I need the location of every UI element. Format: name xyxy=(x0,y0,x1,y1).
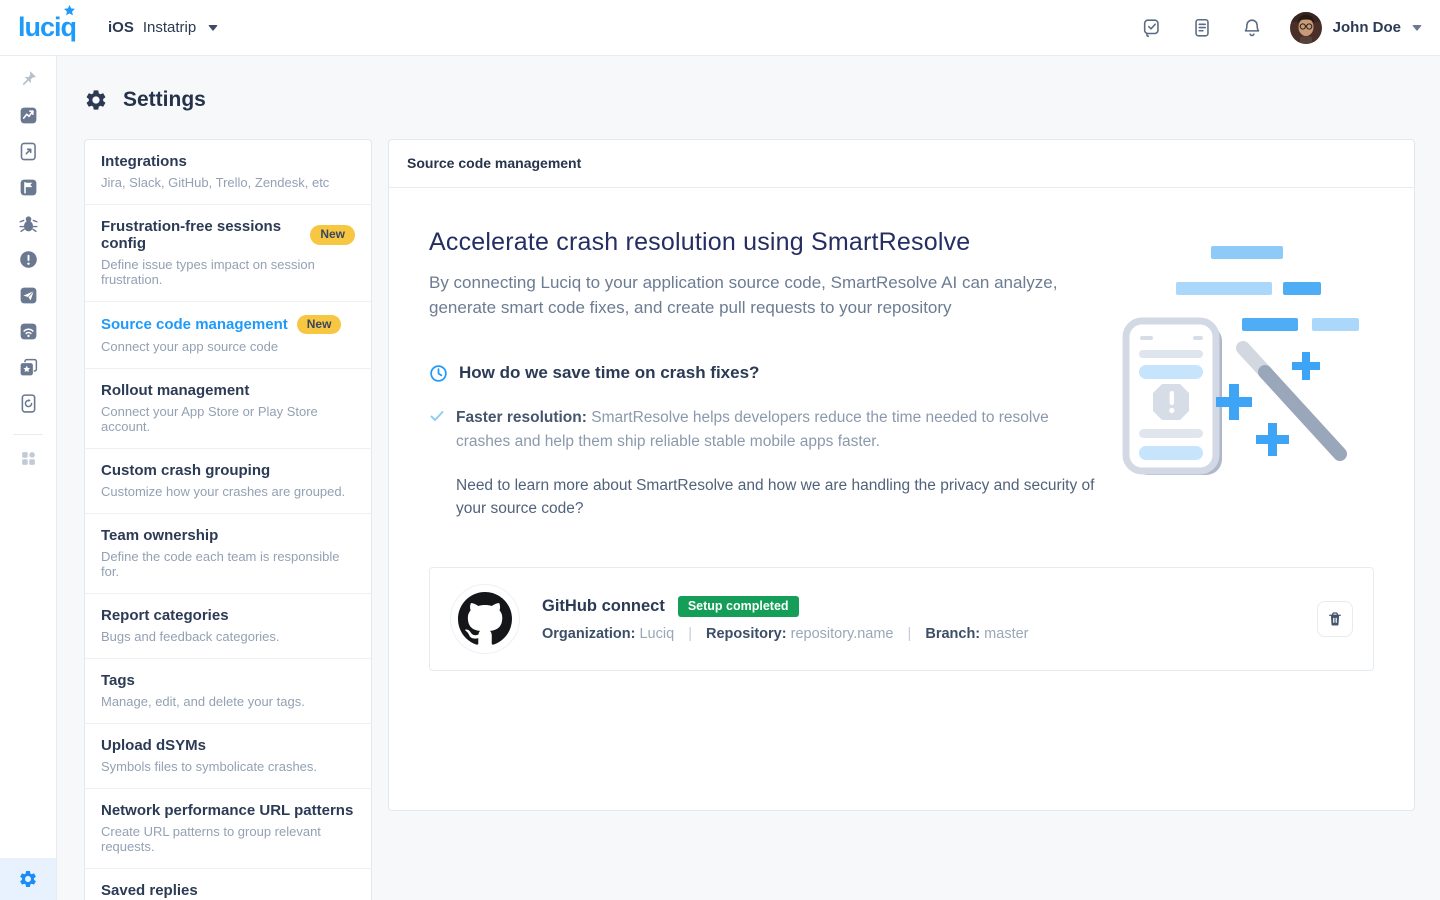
topbar: luciq iOS Instatrip xyxy=(0,0,1440,56)
github-meta: Organization: Luciq | Repository: reposi… xyxy=(542,626,1295,642)
panel-header: Source code management xyxy=(389,140,1414,188)
menu-item-desc: Define issue types impact on session fru… xyxy=(101,257,355,287)
delete-connection-button[interactable] xyxy=(1317,601,1353,637)
page-head: Settings xyxy=(84,88,1415,112)
platform-label: iOS xyxy=(108,19,134,36)
benefit-bold: Faster resolution: xyxy=(456,409,587,426)
release-notes-icon[interactable] xyxy=(1190,16,1214,40)
notifications-bell-icon[interactable] xyxy=(1240,16,1264,40)
pin-icon[interactable] xyxy=(17,68,39,90)
branch-value: master xyxy=(984,626,1028,642)
menu-item-saved-replies[interactable]: Saved replies Saved replies for chats. xyxy=(85,869,371,900)
menu-item-label: Rollout management xyxy=(101,382,249,399)
menu-item-network-url-patterns[interactable]: Network performance URL patterns Create … xyxy=(85,789,371,869)
settings-menu: Integrations Jira, Slack, GitHub, Trello… xyxy=(84,139,372,900)
flag-icon[interactable] xyxy=(17,176,39,198)
menu-item-tags[interactable]: Tags Manage, edit, and delete your tags. xyxy=(85,659,371,724)
trash-icon xyxy=(1326,610,1344,628)
menu-item-label: Integrations xyxy=(101,153,187,170)
topbar-actions: John Doe xyxy=(1114,12,1422,44)
hero-description: By connecting Luciq to your application … xyxy=(429,271,1069,320)
trends-icon[interactable] xyxy=(17,104,39,126)
menu-item-desc: Manage, edit, and delete your tags. xyxy=(101,694,355,709)
benefit-text: Faster resolution: SmartResolve helps de… xyxy=(456,406,1054,453)
menu-item-desc: Create URL patterns to group relevant re… xyxy=(101,824,355,854)
menu-item-desc: Connect your App Store or Play Store acc… xyxy=(101,404,355,434)
menu-item-label: Frustration-free sessions config xyxy=(101,218,301,252)
menu-item-label: Custom crash grouping xyxy=(101,462,270,479)
menu-item-desc: Bugs and feedback categories. xyxy=(101,629,355,644)
bug-icon[interactable] xyxy=(17,212,39,234)
replays-icon[interactable] xyxy=(17,392,39,414)
github-connect-card: GitHub connect Setup completed Organizat… xyxy=(429,567,1374,671)
menu-item-custom-crash-grouping[interactable]: Custom crash grouping Customize how your… xyxy=(85,449,371,514)
organization-value: Luciq xyxy=(639,626,674,642)
settings-header-gear-icon xyxy=(84,88,108,112)
menu-item-label: Report categories xyxy=(101,607,229,624)
surveys-icon[interactable] xyxy=(17,284,39,306)
github-info: GitHub connect Setup completed Organizat… xyxy=(542,596,1295,642)
network-icon[interactable] xyxy=(17,320,39,342)
sessions-icon[interactable] xyxy=(17,140,39,162)
setup-completed-badge: Setup completed xyxy=(678,596,799,617)
user-caret-icon xyxy=(1412,25,1422,31)
settings-gear-icon[interactable] xyxy=(0,858,56,900)
menu-item-upload-dsyms[interactable]: Upload dSYMs Symbols files to symbolicat… xyxy=(85,724,371,789)
menu-item-frustration-free-sessions[interactable]: Frustration-free sessions config New Def… xyxy=(85,205,371,302)
check-icon xyxy=(429,408,445,424)
logo-star-icon xyxy=(63,5,76,17)
rail-divider xyxy=(13,434,43,435)
left-nav-rail xyxy=(0,56,57,900)
branch-label: Branch: xyxy=(925,626,980,642)
menu-item-desc: Symbols files to symbolicate crashes. xyxy=(101,759,355,774)
menu-item-team-ownership[interactable]: Team ownership Define the code each team… xyxy=(85,514,371,594)
avatar xyxy=(1290,12,1322,44)
menu-item-label: Team ownership xyxy=(101,527,218,544)
meta-divider: | xyxy=(908,626,912,642)
app-name-label: Instatrip xyxy=(143,19,196,36)
user-menu[interactable]: John Doe xyxy=(1290,12,1422,44)
new-badge: New xyxy=(297,315,342,334)
settings-page: Settings Integrations Jira, Slack, GitHu… xyxy=(57,0,1440,900)
featured-icon[interactable] xyxy=(17,356,39,378)
menu-item-label: Upload dSYMs xyxy=(101,737,206,754)
user-name: John Doe xyxy=(1333,19,1401,36)
menu-item-integrations[interactable]: Integrations Jira, Slack, GitHub, Trello… xyxy=(85,140,371,205)
menu-item-source-code-management[interactable]: Source code management New Connect your … xyxy=(85,302,371,369)
app-switcher[interactable]: iOS Instatrip xyxy=(108,19,218,36)
crashes-icon[interactable] xyxy=(17,248,39,270)
organization-label: Organization: xyxy=(542,626,635,642)
menu-item-label: Source code management xyxy=(101,316,288,333)
menu-item-label: Saved replies xyxy=(101,882,198,899)
menu-item-desc: Customize how your crashes are grouped. xyxy=(101,484,355,499)
github-logo-icon xyxy=(450,584,520,654)
repository-value: repository.name xyxy=(791,626,894,642)
github-connect-title: GitHub connect xyxy=(542,597,665,616)
luciq-logo[interactable]: luciq xyxy=(18,12,82,43)
chevron-down-icon xyxy=(208,25,218,31)
new-badge: New xyxy=(310,225,355,244)
menu-item-rollout-management[interactable]: Rollout management Connect your App Stor… xyxy=(85,369,371,449)
menu-item-label: Tags xyxy=(101,672,135,689)
repository-label: Repository: xyxy=(706,626,787,642)
whats-new-icon[interactable] xyxy=(1140,16,1164,40)
page-title: Settings xyxy=(123,88,206,112)
clock-icon xyxy=(429,364,448,383)
menu-item-report-categories[interactable]: Report categories Bugs and feedback cate… xyxy=(85,594,371,659)
menu-item-desc: Jira, Slack, GitHub, Trello, Zendesk, et… xyxy=(101,175,355,190)
benefit-bullet: Faster resolution: SmartResolve helps de… xyxy=(429,406,1054,453)
menu-item-desc: Connect your app source code xyxy=(101,339,355,354)
panel-title: Source code management xyxy=(407,155,581,171)
learn-more-text: Need to learn more about SmartResolve an… xyxy=(456,474,1096,521)
section-title: How do we save time on crash fixes? xyxy=(459,363,759,383)
smartresolve-illustration xyxy=(1116,226,1378,478)
menu-item-label: Network performance URL patterns xyxy=(101,802,353,819)
apps-grid-icon[interactable] xyxy=(17,447,39,469)
menu-item-desc: Define the code each team is responsible… xyxy=(101,549,355,579)
meta-divider: | xyxy=(688,626,692,642)
source-code-management-panel: Source code management Accelerate crash … xyxy=(388,139,1415,811)
